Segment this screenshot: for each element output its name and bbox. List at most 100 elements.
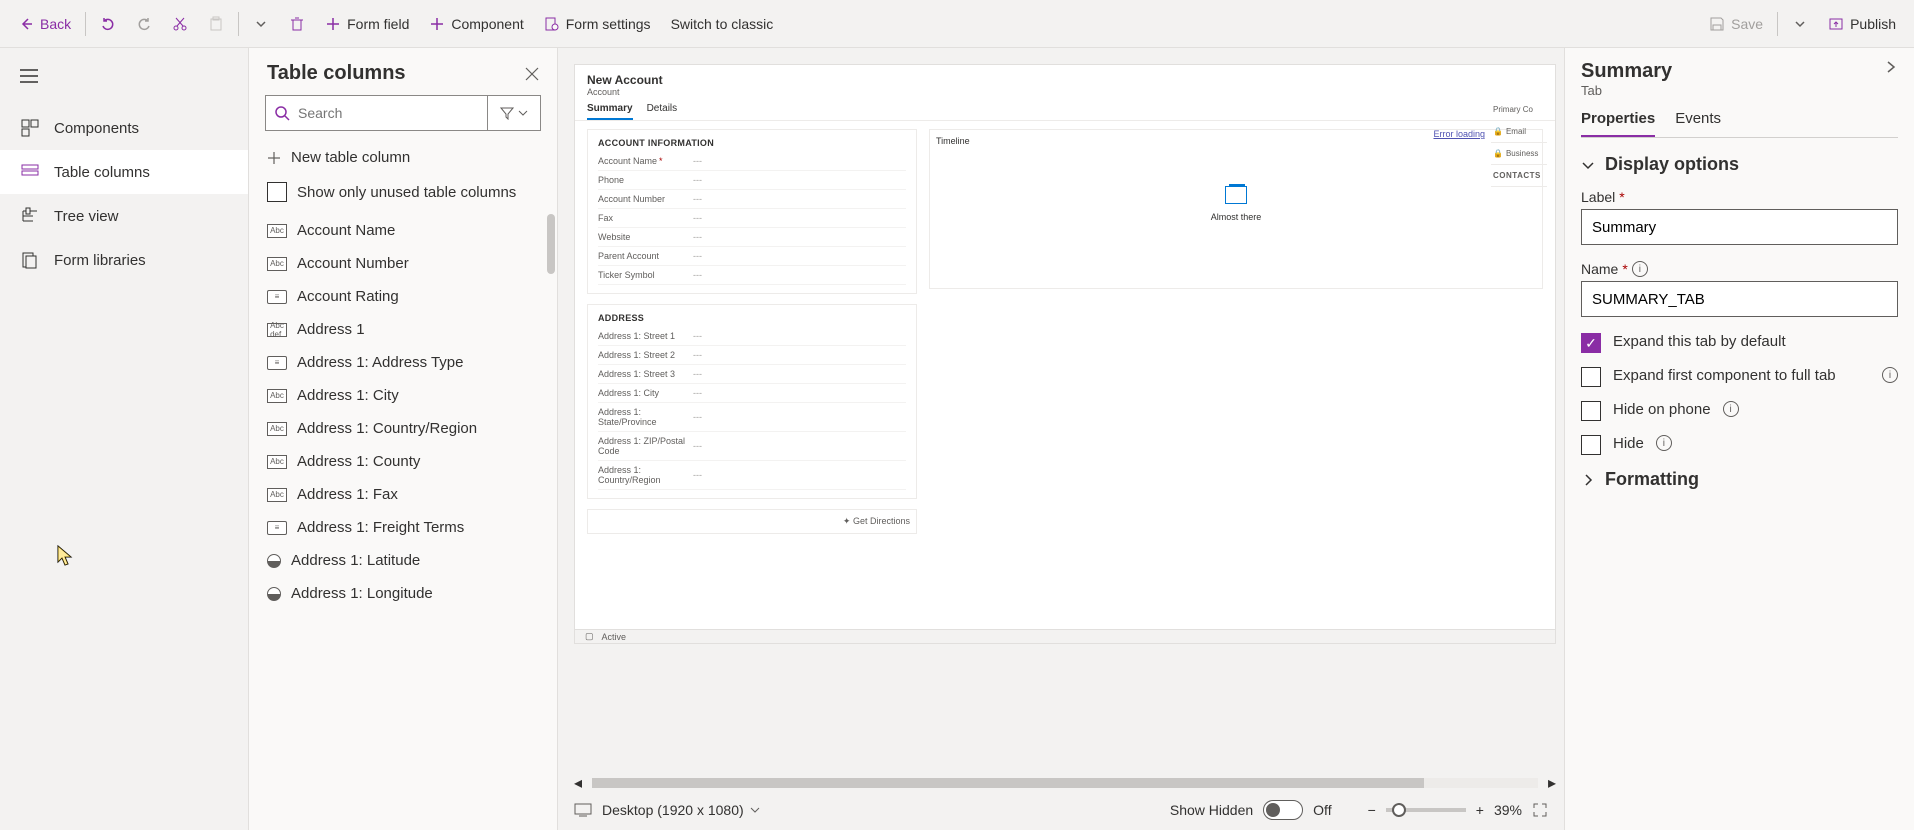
nav-table-columns[interactable]: Table columns (0, 150, 248, 194)
add-component-button[interactable]: Component (419, 6, 533, 42)
info-icon[interactable]: i (1656, 435, 1672, 451)
add-form-field-button[interactable]: Form field (315, 6, 419, 42)
form-settings-button[interactable]: Form settings (534, 6, 661, 42)
publish-button[interactable]: Publish (1818, 6, 1906, 42)
zoom-in-button[interactable]: + (1476, 802, 1484, 818)
column-item[interactable]: AbcAddress 1: County (249, 445, 557, 478)
column-item[interactable]: ≡Address 1: Address Type (249, 346, 557, 379)
get-directions-button[interactable]: ✦ Get Directions (587, 509, 917, 534)
props-tab-properties[interactable]: Properties (1581, 110, 1655, 137)
canvas-footer: Desktop (1920 x 1080) Show Hidden Off − … (558, 790, 1564, 830)
switch-classic-button[interactable]: Switch to classic (661, 6, 784, 42)
expand-panel-button[interactable] (1884, 60, 1898, 74)
column-item[interactable]: AbcAddress 1: Fax (249, 478, 557, 511)
preview-tab-details[interactable]: Details (647, 103, 678, 120)
paste-button[interactable] (198, 6, 234, 42)
device-selector[interactable]: Desktop (1920 x 1080) (602, 802, 760, 818)
column-item[interactable]: AbcAddress 1: City (249, 379, 557, 412)
geo-type-icon (267, 554, 281, 568)
filter-button[interactable] (487, 95, 541, 131)
column-item[interactable]: Address 1: Longitude (249, 577, 557, 610)
close-panel-button[interactable] (525, 67, 539, 81)
name-input[interactable] (1581, 281, 1898, 317)
expand-default-checkbox[interactable]: ✓ Expand this tab by default (1581, 333, 1898, 353)
nav-components[interactable]: Components (0, 106, 248, 150)
form-field[interactable]: Address 1: Street 1--- (598, 327, 906, 346)
info-icon[interactable]: i (1882, 367, 1898, 383)
section-timeline[interactable]: Timeline Almost there (929, 129, 1543, 289)
preview-tab-summary[interactable]: Summary (587, 103, 633, 120)
zoom-out-button[interactable]: − (1368, 802, 1376, 818)
nav-tree-view[interactable]: Tree view (0, 194, 248, 238)
column-item[interactable]: AbcAddress 1: Country/Region (249, 412, 557, 445)
form-field[interactable]: Address 1: Street 3--- (598, 365, 906, 384)
search-icon (274, 105, 290, 121)
hamburger-button[interactable] (0, 56, 248, 96)
new-table-column-button[interactable]: New table column (249, 141, 557, 174)
form-preview[interactable]: New Account Account Summary Details Erro… (574, 64, 1556, 644)
show-hidden-toggle[interactable] (1263, 800, 1303, 820)
form-field[interactable]: Address 1: ZIP/Postal Code--- (598, 432, 906, 461)
hide-on-phone-checkbox[interactable]: Hide on phone i (1581, 401, 1898, 421)
column-item[interactable]: Address 1: Latitude (249, 544, 557, 577)
search-input-wrapper[interactable] (265, 95, 487, 131)
form-field[interactable]: Address 1: City--- (598, 384, 906, 403)
section-address[interactable]: ADDRESS Address 1: Street 1---Address 1:… (587, 304, 917, 499)
form-field[interactable]: Phone--- (598, 171, 906, 190)
search-input[interactable] (298, 105, 479, 121)
form-field[interactable]: Account Number--- (598, 190, 906, 209)
column-item[interactable]: ≡Account Rating (249, 280, 557, 313)
form-field[interactable]: Address 1: Street 2--- (598, 346, 906, 365)
column-item-label: Address 1: County (297, 453, 420, 470)
optionset-type-icon: ≡ (267, 521, 287, 535)
side-primary-contact[interactable]: Primary Co (1491, 99, 1547, 121)
column-item[interactable]: AbcAccount Number (249, 247, 557, 280)
horizontal-scrollbar[interactable]: ◂ ▸ (558, 776, 1564, 790)
form-field[interactable]: Address 1: Country/Region--- (598, 461, 906, 490)
form-field[interactable]: Ticker Symbol--- (598, 266, 906, 285)
form-field[interactable]: Address 1: State/Province--- (598, 403, 906, 432)
back-button[interactable]: Back (8, 6, 81, 42)
checkbox-icon (267, 182, 287, 202)
delete-button[interactable] (279, 6, 315, 42)
form-field[interactable]: Account Name*--- (598, 152, 906, 171)
section-account-info[interactable]: ACCOUNT INFORMATION Account Name*---Phon… (587, 129, 917, 294)
plus-icon (267, 151, 281, 165)
chevron-right-icon (1581, 473, 1595, 487)
props-tab-events[interactable]: Events (1675, 110, 1721, 137)
form-field[interactable]: Parent Account--- (598, 247, 906, 266)
redo-button[interactable] (126, 6, 162, 42)
error-loading-link[interactable]: Error loading (1433, 129, 1485, 139)
show-unused-checkbox-row[interactable]: Show only unused table columns (249, 174, 557, 214)
zoom-slider[interactable] (1386, 808, 1466, 812)
column-item[interactable]: AbcAccount Name (249, 214, 557, 247)
info-icon[interactable]: i (1723, 401, 1739, 417)
scrollbar-thumb[interactable] (547, 214, 555, 274)
column-item-label: Address 1: Fax (297, 486, 398, 503)
label-input[interactable] (1581, 209, 1898, 245)
cut-button[interactable] (162, 6, 198, 42)
components-icon (20, 118, 40, 138)
form-field[interactable]: Fax--- (598, 209, 906, 228)
undo-button[interactable] (90, 6, 126, 42)
section-formatting[interactable]: Formatting (1581, 469, 1898, 490)
column-item[interactable]: AbcdefAddress 1 (249, 313, 557, 346)
fit-to-screen-button[interactable] (1532, 802, 1548, 818)
props-title: Summary (1581, 60, 1672, 83)
side-business[interactable]: 🔒 Business (1491, 143, 1547, 165)
column-item-label: Address 1: City (297, 387, 399, 404)
chevron-down-icon (750, 805, 760, 815)
save-options-button[interactable] (1782, 6, 1818, 42)
save-button[interactable]: Save (1699, 6, 1773, 42)
expand-first-checkbox[interactable]: Expand first component to full tab i (1581, 367, 1898, 387)
column-item[interactable]: ≡Address 1: Freight Terms (249, 511, 557, 544)
form-field[interactable]: Website--- (598, 228, 906, 247)
chevron-down-icon (1581, 158, 1595, 172)
side-email[interactable]: 🔒 Email (1491, 121, 1547, 143)
section-display-options[interactable]: Display options (1581, 154, 1898, 175)
nav-form-libraries[interactable]: Form libraries (0, 238, 248, 282)
hide-checkbox[interactable]: Hide i (1581, 435, 1898, 455)
info-icon[interactable]: i (1632, 261, 1648, 277)
paste-options-button[interactable] (243, 6, 279, 42)
filter-icon (500, 106, 514, 120)
